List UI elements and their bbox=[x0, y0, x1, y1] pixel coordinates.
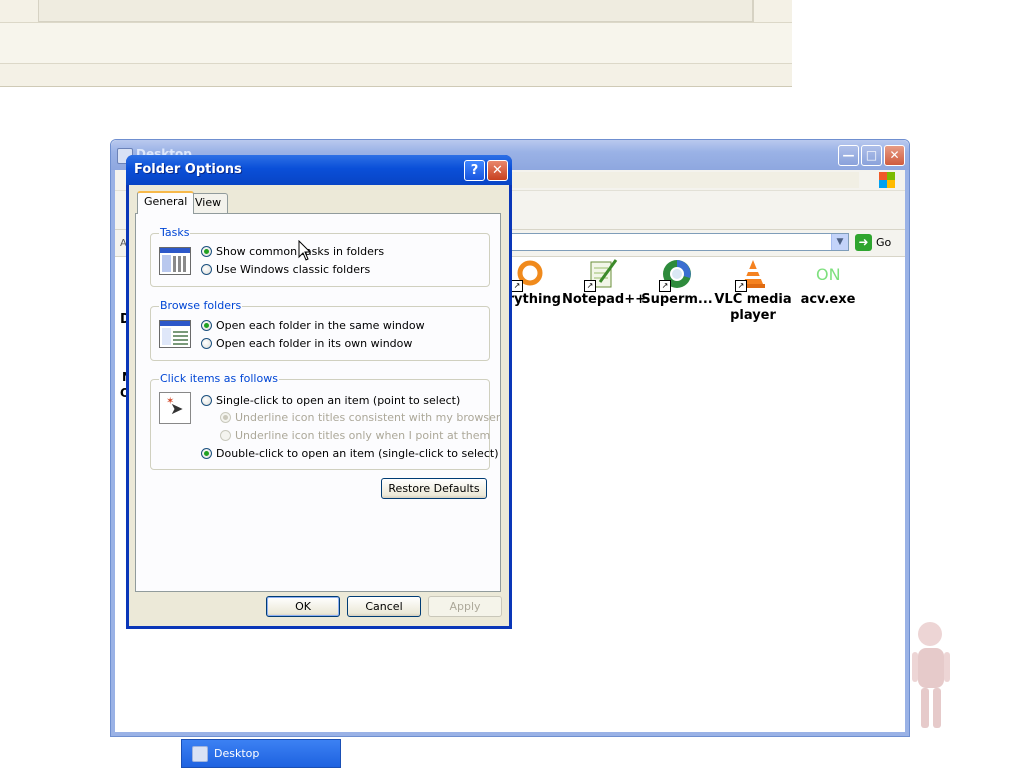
tasks-preview-icon bbox=[159, 247, 191, 275]
radio-indicator bbox=[201, 395, 212, 406]
notepadpp-icon: ↗ bbox=[584, 258, 618, 292]
underline-point-radio[interactable]: Underline icon titles only when I point … bbox=[220, 429, 490, 442]
radio-indicator bbox=[201, 320, 212, 331]
background-window-bar bbox=[38, 0, 754, 22]
address-input[interactable]: ▼ bbox=[511, 233, 849, 251]
vlc-icon: ↗ bbox=[735, 258, 769, 292]
background-window-toolbar bbox=[0, 22, 792, 64]
radio-label: Single-click to open an item (point to s… bbox=[216, 394, 461, 407]
shortcut-arrow-icon: ↗ bbox=[584, 280, 596, 292]
radio-label: Underline icon titles only when I point … bbox=[235, 429, 491, 442]
tab-general[interactable]: General bbox=[137, 191, 195, 214]
window-border-left bbox=[111, 170, 115, 736]
general-tab-panel: Tasks Show common tasks in folders Use W… bbox=[135, 213, 501, 592]
radio-label: Underline icon titles consistent with my… bbox=[235, 411, 501, 424]
desktop-item-label: Notepad++ bbox=[562, 292, 647, 307]
supermium-icon: ↗ bbox=[659, 258, 693, 292]
radio-label: Double-click to open an item (single-cli… bbox=[216, 447, 499, 460]
desktop-folder-icon bbox=[192, 745, 208, 762]
shortcut-arrow-icon: ↗ bbox=[511, 280, 523, 292]
tasks-group-title: Tasks bbox=[159, 226, 191, 239]
radio-indicator bbox=[201, 246, 212, 257]
tasks-group: Tasks Show common tasks in folders Use W… bbox=[150, 226, 490, 287]
browse-preview-icon bbox=[159, 320, 191, 348]
single-click-radio[interactable]: Single-click to open an item (point to s… bbox=[201, 394, 460, 407]
click-items-group-title: Click items as follows bbox=[159, 372, 279, 385]
minimize-button[interactable]: — bbox=[838, 145, 859, 166]
show-common-tasks-radio[interactable]: Show common tasks in folders bbox=[201, 245, 384, 258]
radio-label: Open each folder in the same window bbox=[216, 319, 425, 332]
shortcut-arrow-icon: ↗ bbox=[735, 280, 747, 292]
own-window-radio[interactable]: Open each folder in its own window bbox=[201, 337, 412, 350]
radio-indicator bbox=[220, 412, 231, 423]
menu-bar-band bbox=[511, 172, 859, 188]
close-button[interactable]: ✕ bbox=[884, 145, 905, 166]
dialog-close-button[interactable]: ✕ bbox=[487, 160, 508, 181]
windows-logo-icon bbox=[879, 172, 895, 188]
dialog-title: Folder Options bbox=[134, 162, 242, 177]
radio-label: Use Windows classic folders bbox=[216, 263, 371, 276]
click-items-group: Click items as follows ✶ ➤ Single-click … bbox=[150, 372, 500, 470]
same-window-radio[interactable]: Open each folder in the same window bbox=[201, 319, 425, 332]
tab-view[interactable]: View bbox=[188, 193, 229, 213]
desktop-item-vlc[interactable]: ↗ VLC media player bbox=[713, 258, 793, 324]
everything-icon: ↗ bbox=[511, 258, 545, 292]
desktop-item-label: acv.exe bbox=[800, 292, 856, 307]
folder-options-dialog: Folder Options ? ✕ General View Tasks Sh… bbox=[126, 155, 512, 629]
radio-indicator bbox=[201, 264, 212, 275]
cancel-button[interactable]: Cancel bbox=[347, 596, 421, 617]
chevron-down-icon[interactable]: ▼ bbox=[831, 234, 848, 250]
radio-indicator bbox=[201, 338, 212, 349]
assistant-character-icon bbox=[912, 622, 950, 728]
shortcut-arrow-icon: ↗ bbox=[659, 280, 671, 292]
svg-text:ON: ON bbox=[816, 265, 841, 284]
ok-button[interactable]: OK bbox=[266, 596, 340, 617]
mouse-pointer-icon bbox=[298, 240, 312, 261]
acv-exe-icon: ON bbox=[812, 258, 844, 290]
maximize-button[interactable]: □ bbox=[861, 145, 882, 166]
double-click-radio[interactable]: Double-click to open an item (single-cli… bbox=[201, 447, 498, 460]
background-window bbox=[0, 0, 792, 87]
cursor-icon: ➤ bbox=[170, 399, 184, 418]
taskbar-button-desktop[interactable]: Desktop bbox=[181, 739, 341, 768]
dialog-body: General View Tasks Show common tasks in … bbox=[129, 185, 509, 626]
underline-browser-radio[interactable]: Underline icon titles consistent with my… bbox=[220, 411, 500, 424]
dialog-titlebar[interactable]: Folder Options ? ✕ bbox=[126, 155, 512, 185]
click-pointer-icon: ✶ ➤ bbox=[159, 392, 191, 424]
radio-indicator bbox=[220, 430, 231, 441]
radio-indicator bbox=[201, 448, 212, 459]
radio-label: Open each folder in its own window bbox=[216, 337, 413, 350]
browse-folders-group-title: Browse folders bbox=[159, 299, 243, 312]
restore-defaults-button[interactable]: Restore Defaults bbox=[381, 478, 487, 499]
desktop-item-acv[interactable]: ON acv.exe bbox=[788, 258, 868, 308]
go-button[interactable]: ➜ Go bbox=[855, 233, 903, 252]
apply-button[interactable]: Apply bbox=[428, 596, 502, 617]
go-arrow-icon: ➜ bbox=[855, 234, 872, 251]
help-button[interactable]: ? bbox=[464, 160, 485, 181]
go-label: Go bbox=[876, 236, 892, 249]
desktop-item-label: VLC media player bbox=[714, 292, 792, 323]
desktop-item-notepadpp[interactable]: ↗ Notepad++ bbox=[562, 258, 647, 308]
desktop-item-supermium[interactable]: ↗ Superm... bbox=[637, 258, 717, 308]
use-classic-folders-radio[interactable]: Use Windows classic folders bbox=[201, 263, 370, 276]
taskbar-button-label: Desktop bbox=[214, 747, 260, 760]
window-border-bottom bbox=[111, 732, 909, 736]
browse-folders-group: Browse folders Open each folder in the s… bbox=[150, 299, 490, 361]
background-window-divider bbox=[752, 0, 753, 22]
desktop-item-label: Superm... bbox=[641, 292, 713, 307]
